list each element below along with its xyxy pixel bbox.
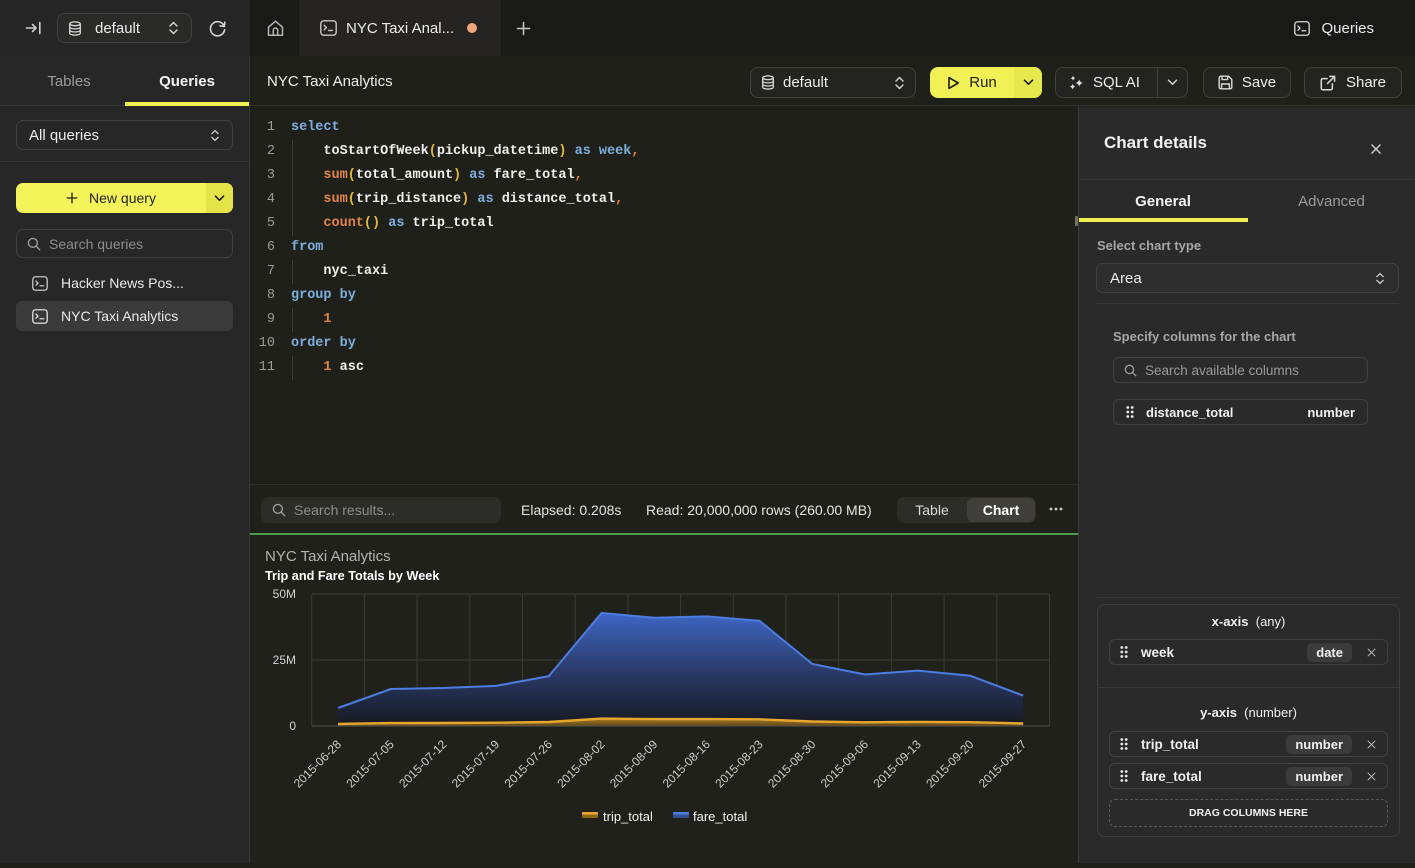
svg-text:2015-08-23: 2015-08-23	[712, 737, 766, 791]
svg-text:2015-07-12: 2015-07-12	[396, 737, 450, 791]
svg-text:2015-08-16: 2015-08-16	[660, 737, 714, 791]
svg-text:2015-07-19: 2015-07-19	[449, 737, 503, 791]
svg-text:25M: 25M	[273, 653, 296, 667]
svg-text:2015-08-02: 2015-08-02	[554, 737, 608, 791]
svg-text:2015-07-26: 2015-07-26	[502, 737, 556, 791]
svg-text:2015-08-09: 2015-08-09	[607, 737, 661, 791]
svg-text:50M: 50M	[273, 587, 296, 601]
svg-text:2015-06-28: 2015-06-28	[291, 737, 345, 791]
svg-text:0: 0	[289, 719, 296, 733]
svg-text:2015-09-27: 2015-09-27	[976, 737, 1030, 791]
svg-text:2015-07-05: 2015-07-05	[344, 737, 398, 791]
svg-text:2015-09-06: 2015-09-06	[818, 737, 872, 791]
svg-text:2015-09-20: 2015-09-20	[923, 737, 977, 791]
svg-text:NYC Taxi Analytics: NYC Taxi Analytics	[265, 548, 391, 565]
svg-text:Trip and Fare Totals by Week: Trip and Fare Totals by Week	[265, 569, 440, 583]
svg-text:2015-09-13: 2015-09-13	[871, 737, 925, 791]
svg-text:2015-08-30: 2015-08-30	[765, 737, 819, 791]
svg-text:fare_total: fare_total	[693, 809, 747, 824]
svg-text:trip_total: trip_total	[603, 809, 653, 824]
